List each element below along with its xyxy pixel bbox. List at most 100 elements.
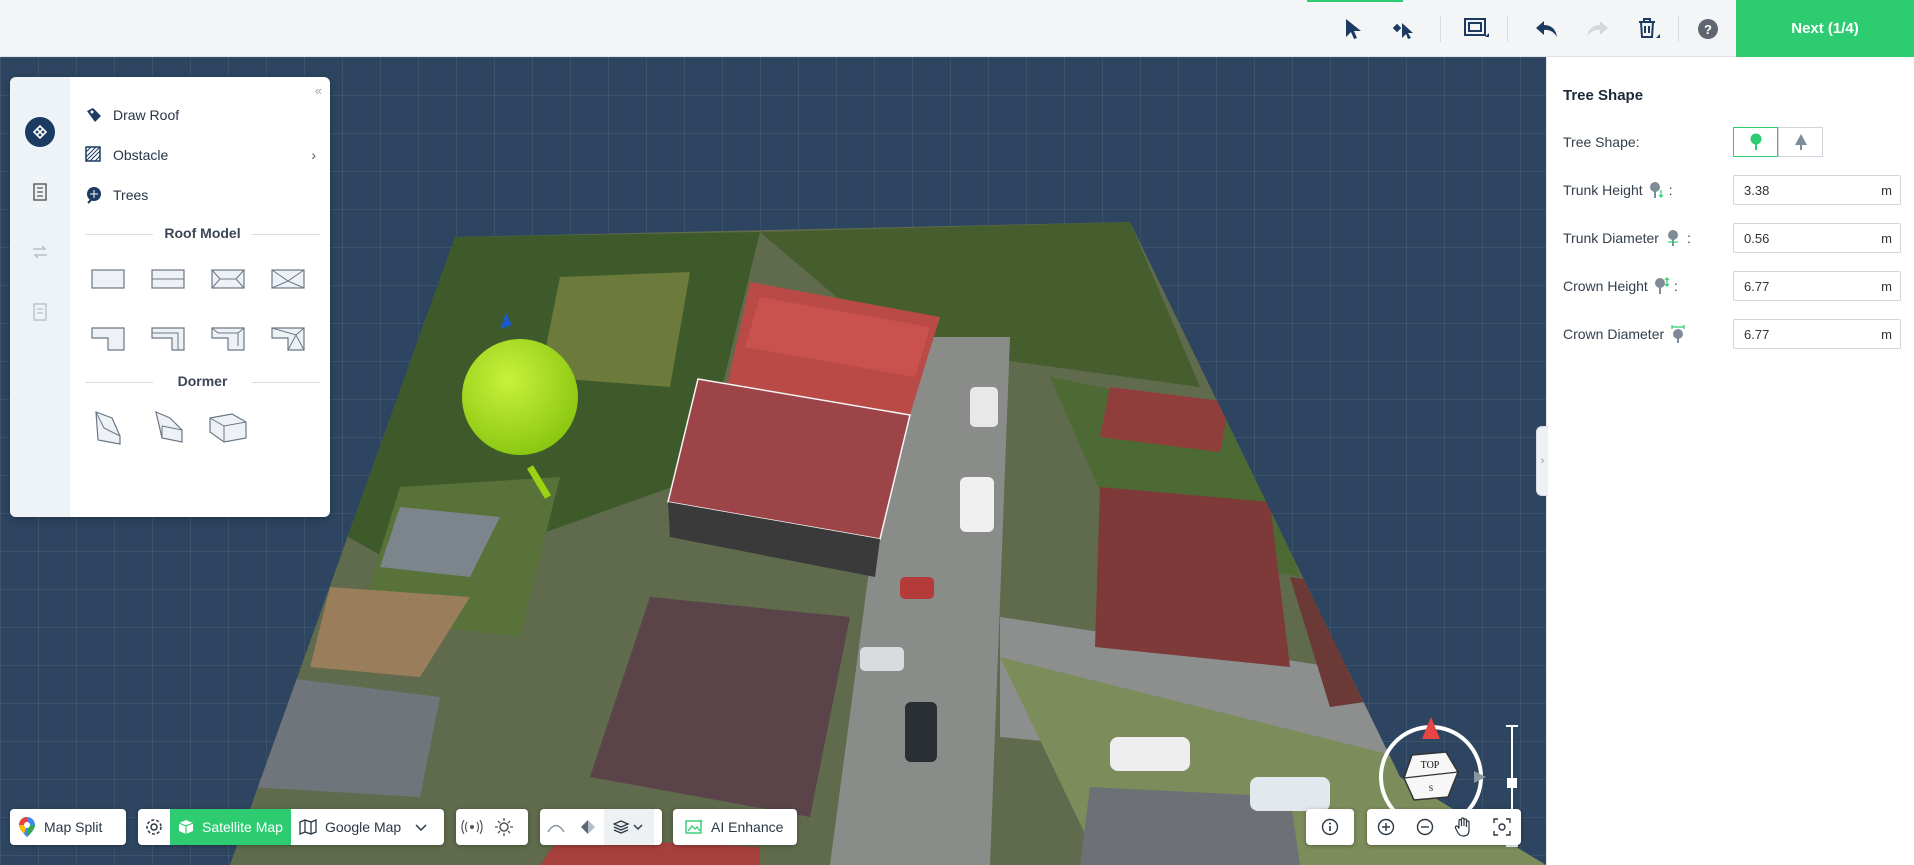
arc-icon[interactable] bbox=[540, 809, 572, 845]
help-glyph: ? bbox=[1698, 19, 1718, 39]
view-options-group bbox=[456, 809, 528, 845]
trunk-diameter-icon bbox=[1665, 229, 1683, 247]
toolbar-divider bbox=[1678, 16, 1679, 42]
toolbar-divider bbox=[1440, 16, 1441, 42]
crown-height-label: Crown Height bbox=[1563, 278, 1648, 294]
draw-roof-tool[interactable]: Draw Roof bbox=[85, 103, 320, 127]
trunk-diameter-unit: m bbox=[1881, 230, 1892, 246]
trunk-height-unit: m bbox=[1881, 182, 1892, 198]
draw-roof-label: Draw Roof bbox=[113, 107, 180, 123]
l-pyramid-roof-shape[interactable] bbox=[268, 323, 308, 353]
trunk-diameter-field: m bbox=[1733, 223, 1901, 253]
roof-model-title: Roof Model bbox=[85, 225, 320, 241]
select-icon[interactable] bbox=[1336, 12, 1370, 46]
map-fold-icon bbox=[299, 819, 317, 835]
layer-tools-group bbox=[540, 809, 662, 845]
l-hip-roof-shape[interactable] bbox=[208, 323, 248, 353]
screenshot-frame-icon[interactable] bbox=[1460, 12, 1494, 46]
trunk-diameter-row: Trunk Diameter: m bbox=[1563, 223, 1903, 253]
redo-icon[interactable] bbox=[1580, 12, 1614, 46]
google-map-label: Google Map bbox=[324, 819, 402, 835]
collapse-panel-icon[interactable]: « bbox=[315, 83, 322, 98]
map-source-group: Satellite Map Google Map bbox=[138, 809, 444, 845]
crown-diameter-input[interactable] bbox=[1734, 321, 1874, 347]
conifer-tree-icon bbox=[1794, 134, 1807, 150]
l-gable-roof-shape[interactable] bbox=[148, 323, 188, 353]
obstacle-label: Obstacle bbox=[113, 147, 169, 163]
hip-roof-shape[interactable] bbox=[208, 264, 248, 294]
properties-panel: Tree Shape Tree Shape: Trunk Height: m T… bbox=[1546, 57, 1914, 865]
draw-roof-icon bbox=[85, 106, 103, 124]
crown-diameter-icon bbox=[1670, 325, 1686, 343]
trunk-diameter-input[interactable] bbox=[1734, 225, 1874, 251]
round-tree-icon bbox=[1750, 133, 1761, 150]
tool-panel: « Draw Roof Obstacle › Trees Roof Model … bbox=[10, 77, 330, 517]
pyramid-roof-shape[interactable] bbox=[268, 264, 308, 294]
dormer-shape-2[interactable] bbox=[148, 407, 188, 447]
report-icon[interactable] bbox=[25, 297, 55, 327]
help-icon[interactable]: ? bbox=[1691, 12, 1725, 46]
crown-height-unit: m bbox=[1881, 278, 1892, 294]
trees-tool[interactable]: Trees bbox=[85, 183, 320, 207]
top-toolbar: ? Next (1/4) bbox=[0, 0, 1914, 57]
trunk-height-row: Trunk Height: m bbox=[1563, 175, 1903, 205]
zoom-out-icon[interactable] bbox=[1409, 809, 1441, 845]
crown-diameter-field: m bbox=[1733, 319, 1901, 349]
trunk-height-input[interactable] bbox=[1734, 177, 1874, 203]
undo-icon[interactable] bbox=[1530, 12, 1564, 46]
info-icon[interactable] bbox=[1314, 809, 1346, 845]
flat-roof-shape[interactable] bbox=[88, 264, 128, 294]
sun-icon[interactable] bbox=[488, 809, 520, 845]
trees-icon bbox=[85, 186, 103, 204]
trunk-height-suffix: : bbox=[1668, 182, 1673, 198]
delete-icon[interactable] bbox=[1632, 12, 1666, 46]
ai-enhance-button[interactable]: AI Enhance bbox=[673, 809, 791, 845]
tool-rail bbox=[10, 77, 70, 517]
compass-south-label: S bbox=[1429, 784, 1433, 793]
fit-view-icon[interactable] bbox=[1486, 809, 1518, 845]
pan-hand-icon[interactable] bbox=[1447, 809, 1479, 845]
shade-icon[interactable] bbox=[572, 809, 604, 845]
conifer-tree-option[interactable] bbox=[1778, 127, 1823, 157]
map-split-group: Map Split bbox=[10, 809, 126, 845]
chevron-down-icon bbox=[415, 819, 427, 835]
gable-roof-shape[interactable] bbox=[148, 264, 188, 294]
layers-icon[interactable] bbox=[604, 809, 654, 845]
map-split-label: Map Split bbox=[44, 819, 103, 835]
tree-crown bbox=[462, 339, 578, 455]
crown-diameter-label: Crown Diameter bbox=[1563, 326, 1665, 342]
image-enhance-icon bbox=[685, 819, 703, 835]
transfer-icon[interactable] bbox=[25, 237, 55, 267]
crown-diameter-row: Crown Diameter m bbox=[1563, 319, 1903, 349]
expand-panel-handle[interactable]: › bbox=[1536, 426, 1548, 496]
toolbar-divider bbox=[1507, 16, 1508, 42]
ai-enhance-group: AI Enhance bbox=[673, 809, 797, 845]
compass-top-label: TOP bbox=[1421, 760, 1440, 771]
building-icon[interactable] bbox=[25, 177, 55, 207]
dormer-shape-1[interactable] bbox=[88, 407, 128, 447]
l-roof-shape[interactable] bbox=[88, 323, 128, 353]
tree-shape-label: Tree Shape: bbox=[1563, 134, 1640, 150]
round-tree-option[interactable] bbox=[1733, 127, 1778, 157]
trees-label: Trees bbox=[113, 187, 149, 203]
map-split-button[interactable]: Map Split bbox=[10, 809, 110, 845]
trunk-height-label: Trunk Height bbox=[1563, 182, 1643, 198]
active-indicator bbox=[1307, 0, 1403, 2]
obstacle-tool[interactable]: Obstacle › bbox=[85, 143, 320, 167]
crown-height-suffix: : bbox=[1673, 278, 1678, 294]
obstacle-icon bbox=[85, 146, 103, 164]
signal-icon[interactable] bbox=[456, 809, 488, 845]
zoom-group bbox=[1367, 809, 1521, 845]
next-button[interactable]: Next (1/4) bbox=[1736, 0, 1914, 57]
satellite-map-button[interactable]: Satellite Map bbox=[170, 809, 291, 845]
crown-diameter-unit: m bbox=[1881, 326, 1892, 342]
trunk-height-icon bbox=[1649, 181, 1665, 199]
crown-height-field: m bbox=[1733, 271, 1901, 301]
dormer-shape-3[interactable] bbox=[208, 407, 248, 447]
google-map-button[interactable]: Google Map bbox=[291, 809, 435, 845]
roof-tools-icon[interactable] bbox=[25, 117, 55, 147]
zoom-in-icon[interactable] bbox=[1370, 809, 1402, 845]
crown-height-input[interactable] bbox=[1734, 273, 1874, 299]
map-settings-icon[interactable] bbox=[138, 809, 170, 845]
multi-select-icon[interactable] bbox=[1386, 12, 1420, 46]
